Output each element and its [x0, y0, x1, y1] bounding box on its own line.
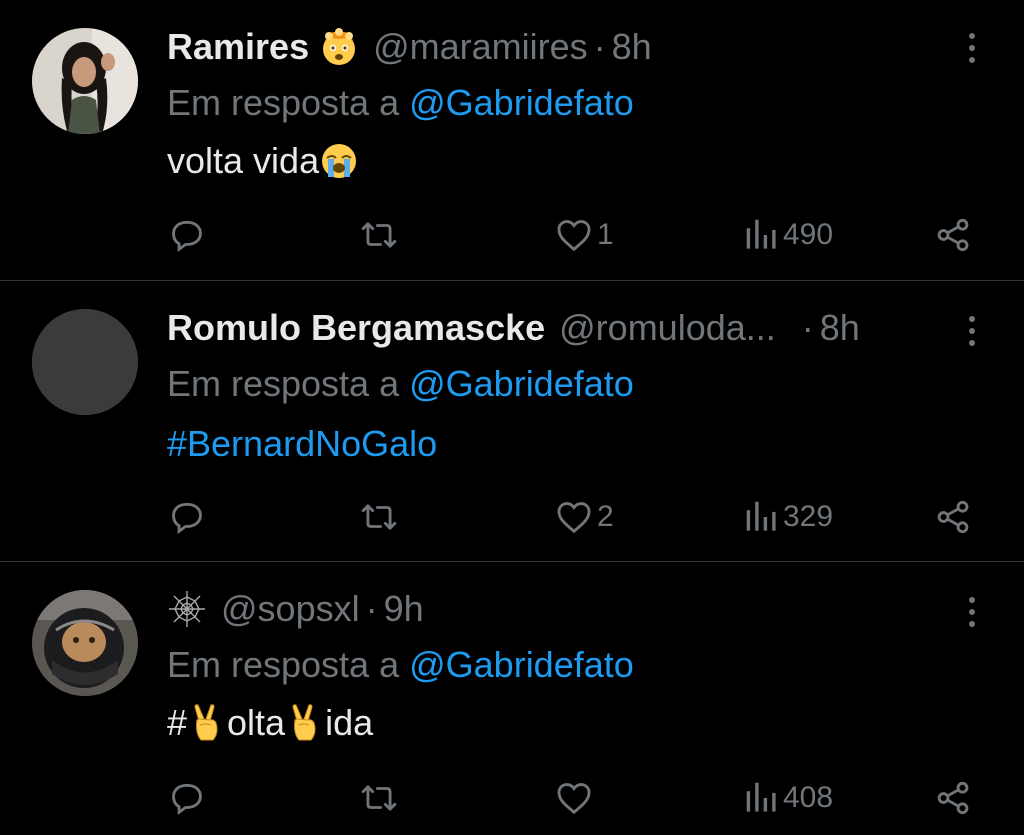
tweet-header: Romulo Bergamascke @romuloda... · 8h — [167, 303, 860, 353]
reply-icon — [172, 220, 202, 253]
views-icon — [746, 782, 776, 812]
spider-web-emoji[interactable] — [167, 589, 207, 629]
share-icon — [937, 781, 969, 815]
like-icon — [557, 502, 591, 534]
view-count: 408 — [783, 781, 834, 814]
tweet-2[interactable]: Romulo Bergamascke @romuloda... · 8h Em … — [0, 281, 1024, 561]
views-button[interactable]: 490 — [745, 210, 833, 260]
tweet-time[interactable]: 9h — [384, 588, 424, 630]
retweet-button[interactable] — [358, 773, 400, 823]
like-button[interactable] — [555, 773, 597, 823]
separator-dot: · — [801, 307, 814, 348]
retweet-icon — [361, 785, 397, 811]
display-name[interactable]: Ramires — [167, 26, 309, 68]
avatar-placeholder — [32, 309, 138, 415]
hashtag-link[interactable]: #BernardNoGalo — [167, 423, 437, 465]
reply-button[interactable] — [168, 773, 206, 823]
like-button[interactable]: 2 — [555, 492, 614, 542]
share-button[interactable] — [934, 773, 972, 823]
user-handle[interactable]: @romuloda... — [559, 307, 776, 349]
like-icon — [557, 220, 591, 252]
exploding-head-emoji — [319, 27, 359, 67]
retweet-icon — [361, 222, 397, 248]
more-options-button[interactable] — [960, 590, 984, 634]
views-button[interactable]: 408 — [745, 773, 833, 823]
tweet-header: @sopsxl · 9h — [167, 584, 424, 634]
separator-dot: · — [593, 26, 606, 67]
reply-button[interactable] — [168, 210, 206, 260]
like-count: 2 — [597, 500, 614, 533]
more-icon — [969, 33, 975, 39]
reply-button[interactable] — [168, 492, 206, 542]
user-handle[interactable]: @sopsxl — [221, 588, 360, 630]
reply-context: Em resposta a @Gabridefato — [167, 363, 634, 405]
avatar[interactable] — [32, 28, 138, 134]
tweet-actions: 1 490 — [0, 210, 1024, 260]
tweet-text-part: # — [167, 702, 188, 743]
reply-context: Em resposta a @Gabridefato — [167, 82, 634, 124]
separator-dot: · — [365, 588, 378, 629]
victory-hand-emoji — [285, 703, 325, 743]
tweet-text-part: olta — [227, 702, 286, 743]
reply-icon — [172, 502, 202, 535]
tweet-time[interactable]: 8h — [820, 307, 860, 349]
user-handle[interactable]: @maramiires — [373, 26, 588, 68]
more-icon — [969, 597, 975, 603]
tweet-1[interactable]: Ramires @maramiires · 8h Em resposta a @… — [0, 0, 1024, 280]
views-icon — [746, 501, 776, 531]
reply-to-handle[interactable]: @Gabridefato — [409, 644, 634, 685]
avatar-photo-helmet-cat — [32, 590, 138, 696]
share-icon — [937, 218, 969, 252]
tweet-header: Ramires @maramiires · 8h — [167, 22, 652, 72]
views-button[interactable]: 329 — [745, 492, 833, 542]
like-button[interactable]: 1 — [555, 210, 614, 260]
display-name[interactable]: Romulo Bergamascke — [167, 307, 545, 349]
avatar[interactable] — [32, 590, 138, 696]
timeline: Ramires @maramiires · 8h Em resposta a @… — [0, 0, 1024, 835]
tweet-text: # olta ida — [167, 702, 373, 744]
reply-to-handle[interactable]: @Gabridefato — [409, 82, 634, 123]
tweet-time[interactable]: 8h — [612, 26, 652, 68]
share-button[interactable] — [934, 492, 972, 542]
reply-prefix: Em resposta a — [167, 644, 410, 685]
reply-prefix: Em resposta a — [167, 363, 410, 404]
reply-to-handle[interactable]: @Gabridefato — [409, 363, 634, 404]
share-icon — [937, 500, 969, 534]
tweet-text-part: ida — [325, 702, 374, 743]
retweet-icon — [361, 504, 397, 530]
tweet-text: #BernardNoGalo — [167, 423, 437, 465]
tweet-text: volta vida — [167, 140, 359, 182]
view-count: 329 — [783, 500, 834, 533]
loudly-crying-face-emoji — [319, 141, 359, 181]
tweet-actions: 2 329 — [0, 492, 1024, 542]
like-count: 1 — [597, 218, 614, 251]
avatar-photo-woman — [32, 28, 138, 134]
reply-prefix: Em resposta a — [167, 82, 410, 123]
tweet-3[interactable]: @sopsxl · 9h Em resposta a @Gabridefato … — [0, 562, 1024, 835]
share-button[interactable] — [934, 210, 972, 260]
like-icon — [557, 783, 591, 815]
views-icon — [746, 219, 776, 249]
view-count: 490 — [783, 218, 834, 251]
tweet-text-content: volta vida — [167, 140, 320, 181]
more-options-button[interactable] — [960, 309, 984, 353]
reply-context: Em resposta a @Gabridefato — [167, 644, 634, 686]
more-options-button[interactable] — [960, 26, 984, 70]
reply-icon — [172, 783, 202, 816]
retweet-button[interactable] — [358, 210, 400, 260]
more-icon — [969, 316, 975, 322]
avatar[interactable] — [32, 309, 138, 415]
victory-hand-emoji — [187, 703, 227, 743]
retweet-button[interactable] — [358, 492, 400, 542]
tweet-actions: 408 — [0, 773, 1024, 823]
